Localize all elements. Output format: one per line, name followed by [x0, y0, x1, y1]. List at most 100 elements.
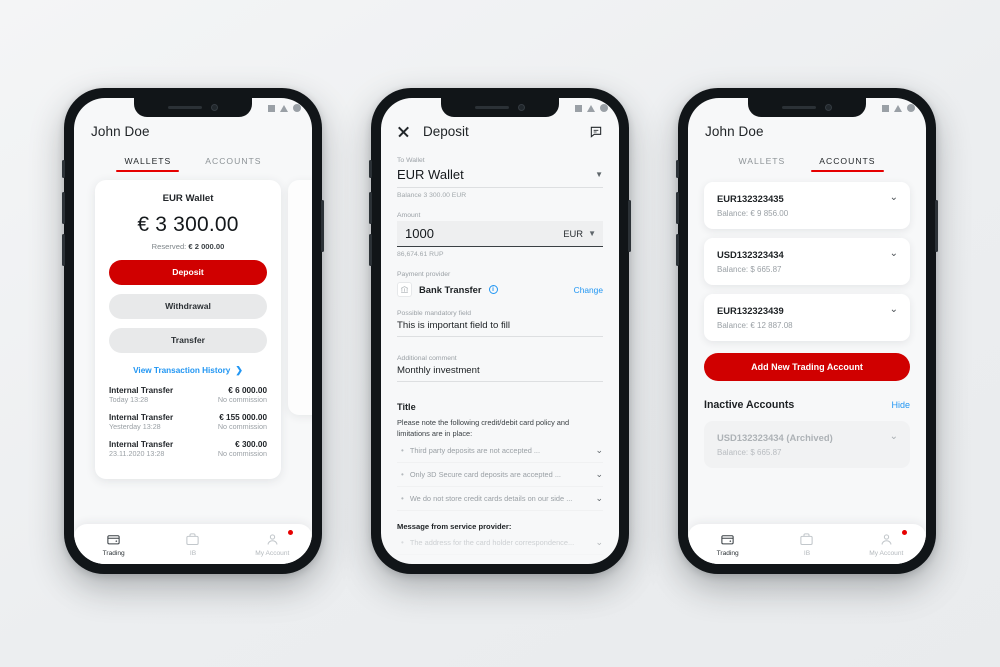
close-icon[interactable] [397, 125, 410, 138]
chevron-down-icon[interactable]: ⌄ [890, 249, 898, 259]
volume-down-button[interactable] [676, 234, 679, 266]
volume-up-button[interactable] [62, 192, 65, 224]
chevron-down-icon: ⌄ [595, 493, 603, 504]
wallet-reserved-label: Reserved: [151, 242, 187, 251]
page-title: Deposit [423, 124, 469, 139]
transaction-commission: No commission [217, 395, 267, 404]
accordion-label: Third party deposits are not accepted ..… [409, 446, 541, 456]
transaction-row[interactable]: Internal Transfer € 300.00 23.11.2020 13… [109, 440, 267, 458]
status-square-icon [575, 104, 582, 112]
to-wallet-balance-hint: Balance 3 300.00 EUR [397, 192, 467, 199]
to-wallet-field[interactable]: To Wallet EUR Wallet ▼ Balance 3 300.00 … [397, 157, 603, 199]
transaction-name: Internal Transfer [109, 386, 174, 395]
tab-bar: WALLETS ACCOUNTS [91, 156, 295, 172]
transaction-amount: € 6 000.00 [228, 386, 267, 395]
additional-comment-field[interactable]: Additional comment Monthly investment [397, 355, 603, 382]
briefcase-icon [186, 532, 200, 545]
nav-label-trading: Trading [716, 549, 739, 557]
currency-selector[interactable]: EUR ▼ [563, 228, 596, 239]
nav-item-ib[interactable]: IB [153, 532, 232, 557]
wallet-balance: € 3 300.00 [137, 213, 239, 236]
chevron-down-icon: ▼ [595, 170, 603, 179]
amount-input[interactable]: 1000 [405, 226, 434, 241]
bottom-navigation: Trading IB My Account [688, 524, 926, 564]
nav-item-my-account[interactable]: My Account [847, 529, 926, 557]
transfer-button[interactable]: Transfer [109, 328, 267, 353]
account-card[interactable]: USD132323434 Balance: $ 665.87 ⌄ [704, 238, 910, 285]
currency-value: EUR [563, 228, 584, 239]
transaction-row[interactable]: Internal Transfer € 155 000.00 Yesterday… [109, 413, 267, 431]
nav-item-ib[interactable]: IB [767, 532, 846, 557]
phone-mockup-deposit: Deposit To Wallet EUR Wallet ▼ Balance 3… [369, 88, 631, 574]
silent-switch[interactable] [676, 160, 679, 178]
amount-field[interactable]: Amount 1000 EUR ▼ 86,674.61 RUP [397, 212, 603, 258]
inactive-accounts-header: Inactive Accounts Hide [704, 399, 910, 411]
power-button[interactable] [628, 200, 631, 252]
tab-accounts[interactable]: ACCOUNTS [205, 156, 261, 172]
nav-item-trading[interactable]: Trading [74, 532, 153, 557]
accordion-item[interactable]: • We do not store credit cards details o… [397, 487, 603, 512]
status-bar [268, 104, 301, 112]
power-button[interactable] [935, 200, 938, 252]
status-bar [575, 104, 608, 112]
status-circle-icon [907, 104, 915, 112]
withdrawal-button[interactable]: Withdrawal [109, 294, 267, 319]
add-new-trading-account-button[interactable]: Add New Trading Account [704, 353, 910, 381]
account-id: EUR132323439 [717, 305, 784, 316]
transaction-commission: No commission [217, 422, 267, 431]
additional-comment-input[interactable]: Monthly investment [397, 365, 480, 376]
silent-switch[interactable] [62, 160, 65, 178]
accordion-item[interactable]: • Third party deposits are not accepted … [397, 439, 603, 464]
change-provider-link[interactable]: Change [574, 285, 603, 295]
tab-wallets[interactable]: WALLETS [738, 156, 785, 172]
phone-mockup-wallets: John Doe WALLETS ACCOUNTS EUR Wallet € 3… [62, 88, 324, 574]
chevron-down-icon: ⌄ [595, 445, 603, 456]
mandatory-field-input[interactable]: This is important field to fill [397, 320, 510, 331]
account-id: USD132323434 [717, 249, 784, 260]
volume-up-button[interactable] [676, 192, 679, 224]
to-wallet-value: EUR Wallet [397, 167, 464, 182]
mandatory-field[interactable]: Possible mandatory field This is importa… [397, 310, 603, 337]
accordion-item[interactable]: • Only 3D Secure card deposits are accep… [397, 463, 603, 488]
tab-accounts[interactable]: ACCOUNTS [811, 156, 884, 172]
front-camera [211, 104, 218, 111]
nav-item-my-account[interactable]: My Account [233, 529, 312, 557]
view-transaction-history-link[interactable]: View Transaction History ❯ [109, 366, 267, 376]
account-card[interactable]: EUR132323435 Balance: € 9 856.00 ⌄ [704, 182, 910, 229]
account-balance: Balance: $ 665.87 [717, 448, 782, 457]
power-button[interactable] [321, 200, 324, 252]
front-camera [518, 104, 525, 111]
phone-screen: John Doe WALLETS ACCOUNTS EUR Wallet € 3… [74, 98, 312, 564]
archived-account-card[interactable]: USD132323434 (Archived) Balance: $ 665.8… [704, 421, 910, 468]
silent-switch[interactable] [369, 160, 372, 178]
nav-item-trading[interactable]: Trading [688, 532, 767, 557]
account-card[interactable]: EUR132323439 Balance: € 12 887.08 ⌄ [704, 294, 910, 341]
chevron-down-icon[interactable]: ⌄ [890, 432, 898, 442]
device-notch [134, 98, 252, 117]
wallet-card-next[interactable] [288, 180, 312, 415]
tab-wallets[interactable]: WALLETS [116, 156, 180, 172]
nav-label-my-account: My Account [255, 549, 290, 557]
volume-up-button[interactable] [369, 192, 372, 224]
chevron-down-icon[interactable]: ⌄ [890, 193, 898, 203]
info-icon[interactable]: i [488, 285, 498, 294]
account-id: EUR132323435 [717, 193, 784, 204]
transaction-amount: € 155 000.00 [219, 413, 267, 422]
accordion-item[interactable]: • The address for the card holder corres… [397, 531, 603, 556]
wallet-carousel[interactable]: EUR Wallet € 3 300.00 Reserved: € 2 000.… [74, 180, 312, 564]
transaction-row[interactable]: Internal Transfer € 6 000.00 Today 13:28… [109, 386, 267, 404]
volume-down-button[interactable] [369, 234, 372, 266]
briefcase-icon [800, 532, 814, 545]
chat-icon[interactable] [589, 125, 603, 139]
hide-inactive-link[interactable]: Hide [891, 400, 910, 410]
status-triangle-icon [280, 104, 288, 112]
status-square-icon [268, 104, 275, 112]
bullet-icon: • [401, 446, 404, 456]
volume-down-button[interactable] [62, 234, 65, 266]
payment-provider-field: Payment provider Bank Transfer i Change [397, 271, 603, 297]
transaction-name: Internal Transfer [109, 440, 174, 449]
accounts-screen: John Doe WALLETS ACCOUNTS EUR132323435 B… [688, 98, 926, 564]
chevron-down-icon[interactable]: ⌄ [890, 305, 898, 315]
page-title: John Doe [91, 124, 150, 139]
deposit-button[interactable]: Deposit [109, 260, 267, 285]
